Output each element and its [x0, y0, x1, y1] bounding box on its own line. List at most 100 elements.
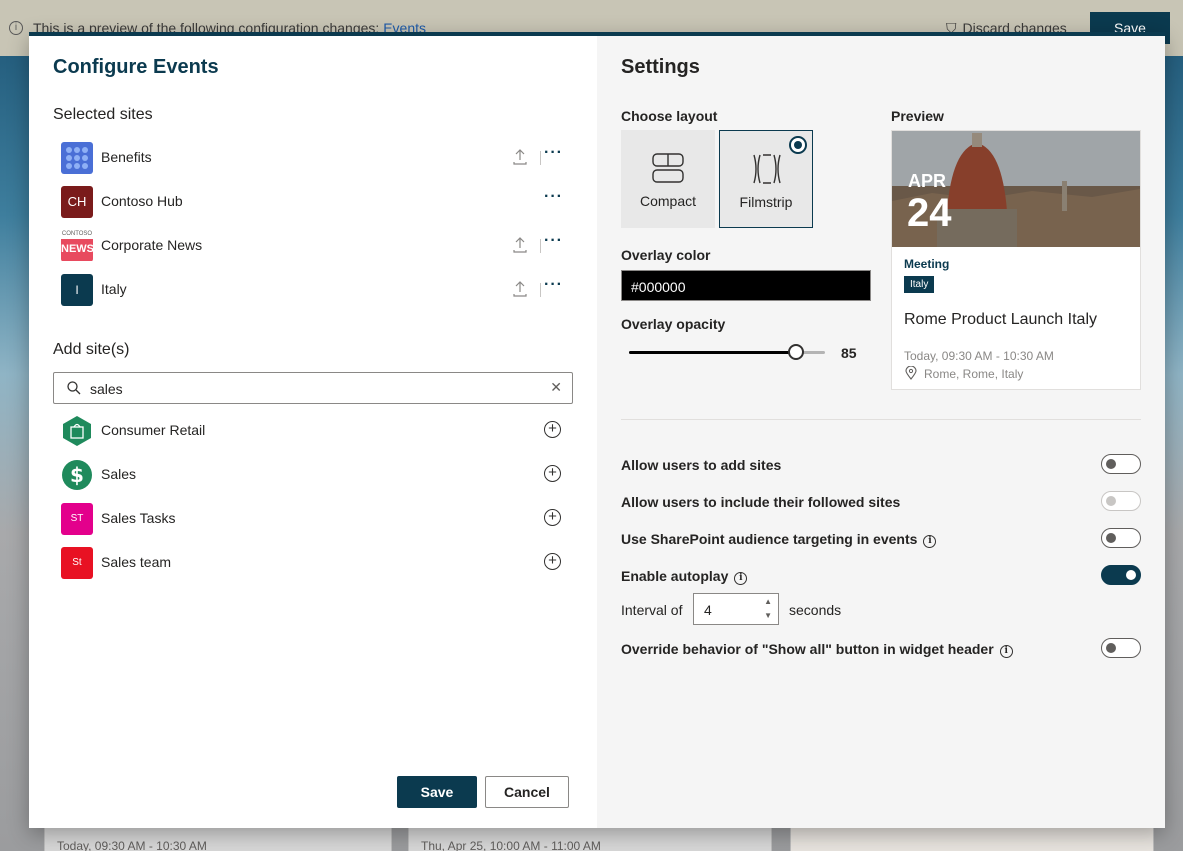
add-sites-heading: Add site(s) [53, 341, 130, 358]
svg-text:$: $ [70, 463, 84, 487]
site-logo-sales-tasks: ST [61, 503, 93, 535]
search-input[interactable]: sales [90, 381, 123, 397]
event-category: Meeting [904, 257, 950, 271]
location-pin-icon [905, 366, 917, 380]
interval-value[interactable]: 4 [704, 602, 712, 618]
event-image: APR 24 [892, 131, 1140, 247]
site-search-box[interactable]: sales ✕ [53, 372, 573, 404]
preview-label: Preview [891, 108, 944, 124]
divider [540, 283, 541, 297]
site-name: Sales Tasks [101, 510, 176, 526]
add-site-icon[interactable]: + [544, 553, 561, 570]
compact-layout-icon [652, 153, 684, 183]
option-label: Override behavior of "Show all" button i… [621, 641, 1013, 658]
site-logo-corporate-news: CONTOSO NEWS [61, 230, 93, 262]
background-card-time: Today, 09:30 AM - 10:30 AM [57, 839, 207, 851]
overlay-opacity-slider[interactable] [629, 344, 825, 360]
slider-thumb[interactable] [788, 344, 804, 360]
layout-label: Compact [639, 193, 697, 209]
selected-site-row: Benefits ··· [61, 141, 573, 175]
save-button[interactable]: Save [397, 776, 477, 808]
autoplay-toggle[interactable] [1101, 565, 1141, 585]
site-logo-consumer-retail [61, 415, 93, 447]
site-logo-italy: I [61, 274, 93, 306]
option-audience-targeting: Use SharePoint audience targeting in eve… [621, 528, 1141, 550]
site-name: Benefits [101, 149, 152, 165]
include-followed-toggle[interactable] [1101, 491, 1141, 511]
overlay-color-field[interactable]: #000000 [621, 270, 871, 301]
add-site-icon[interactable]: + [544, 421, 561, 438]
clear-search-icon[interactable]: ✕ [550, 379, 562, 396]
search-result-row: ST Sales Tasks + [61, 502, 573, 536]
overlay-opacity-value: 85 [841, 345, 857, 361]
section-divider [621, 419, 1141, 420]
choose-layout-label: Choose layout [621, 108, 718, 124]
divider [540, 239, 541, 253]
selected-radio-icon [789, 136, 807, 154]
filmstrip-layout-icon [753, 154, 781, 184]
option-autoplay: Enable autoplay i [621, 565, 1141, 587]
add-site-icon[interactable]: + [544, 509, 561, 526]
search-icon [67, 381, 81, 395]
option-label-text: Allow users to include their followed si… [621, 494, 901, 510]
layout-option-compact[interactable]: Compact [621, 130, 715, 228]
interval-label: Interval of [621, 602, 683, 618]
search-result-row: St Sales team + [61, 546, 573, 580]
add-site-icon[interactable]: + [544, 465, 561, 482]
interval-unit: seconds [789, 602, 842, 618]
audience-targeting-toggle[interactable] [1101, 528, 1141, 548]
more-options-icon[interactable]: ··· [544, 188, 563, 206]
option-label: Enable autoplay i [621, 568, 748, 585]
option-label-text: Override behavior of "Show all" button i… [621, 641, 994, 657]
site-logo-sales-team: St [61, 547, 93, 579]
more-options-icon[interactable]: ··· [544, 276, 563, 294]
upload-icon[interactable] [509, 234, 531, 256]
overlay-opacity-label: Overlay opacity [621, 316, 726, 332]
site-logo-contoso-hub: CH [61, 186, 93, 218]
configure-events-dialog: Configure Events Selected sites Benefits… [29, 32, 1165, 828]
search-result-row: $ Sales + [61, 458, 573, 492]
logo-text: NEWS [61, 239, 93, 261]
allow-add-sites-toggle[interactable] [1101, 454, 1141, 474]
option-label: Allow users to include their followed si… [621, 494, 900, 510]
info-icon[interactable]: i [734, 572, 748, 585]
event-preview-card: APR 24 Meeting Italy Rome Product Launch… [891, 130, 1141, 390]
more-options-icon[interactable]: ··· [544, 144, 563, 162]
dialog-title: Configure Events [53, 56, 219, 78]
event-tag: Italy [904, 276, 935, 293]
settings-panel: Settings Choose layout Compact Filmstrip… [597, 36, 1165, 828]
selected-site-row: I Italy ··· [61, 273, 573, 307]
selected-site-row: CONTOSO NEWS Corporate News ··· [61, 229, 573, 263]
divider [540, 151, 541, 165]
increment-icon[interactable]: ▲ [764, 597, 772, 606]
decrement-icon[interactable]: ▼ [764, 611, 772, 620]
logo-sub-text: CONTOSO [61, 231, 93, 237]
site-name: Sales team [101, 554, 172, 570]
option-label-text: Use SharePoint audience targeting in eve… [621, 531, 918, 547]
option-include-followed: Allow users to include their followed si… [621, 491, 1141, 513]
layout-label: Filmstrip [739, 194, 793, 210]
site-logo-sales: $ [61, 459, 93, 491]
site-name: Corporate News [101, 237, 203, 253]
settings-title: Settings [621, 56, 700, 78]
event-time: Today, 09:30 AM - 10:30 AM [904, 349, 1054, 363]
site-name: Italy [101, 281, 127, 297]
upload-icon[interactable] [509, 146, 531, 168]
site-name: Contoso Hub [101, 193, 183, 209]
layout-option-filmstrip[interactable]: Filmstrip [719, 130, 813, 228]
info-icon[interactable]: i [999, 645, 1013, 658]
site-logo-benefits [61, 142, 93, 174]
upload-icon[interactable] [509, 278, 531, 300]
cancel-button[interactable]: Cancel [485, 776, 569, 808]
interval-stepper[interactable]: 4 ▲ ▼ [693, 593, 779, 625]
option-override-show-all: Override behavior of "Show all" button i… [621, 638, 1141, 660]
more-options-icon[interactable]: ··· [544, 232, 563, 250]
event-month: APR [908, 171, 947, 191]
event-location: Rome, Rome, Italy [924, 367, 1024, 381]
background-card-time: Thu, Apr 25, 10:00 AM - 11:00 AM [421, 839, 601, 851]
event-title: Rome Product Launch Italy [904, 311, 1097, 328]
info-icon[interactable]: i [923, 535, 937, 548]
sites-panel: Configure Events Selected sites Benefits… [29, 36, 597, 828]
override-show-all-toggle[interactable] [1101, 638, 1141, 658]
selected-sites-heading: Selected sites [53, 106, 153, 123]
